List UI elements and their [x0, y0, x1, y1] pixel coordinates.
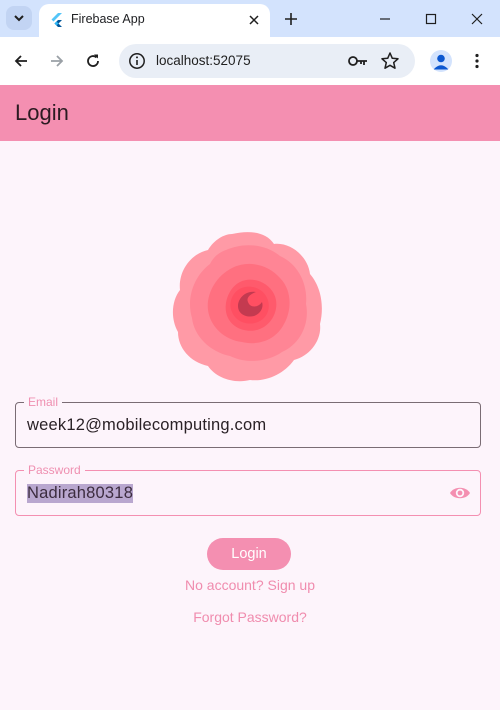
forgot-password-link[interactable]: Forgot Password?	[0, 609, 500, 625]
close-icon	[471, 13, 483, 24]
person-icon	[433, 54, 449, 70]
tab-strip: Firebase App	[0, 0, 500, 37]
close-window-button[interactable]	[454, 0, 500, 37]
tab-title: Firebase App	[71, 12, 145, 26]
maximize-button[interactable]	[408, 0, 454, 37]
back-arrow-icon	[14, 55, 27, 67]
browser-menu-button[interactable]	[465, 49, 489, 73]
password-field[interactable]: Password Nadirah80318	[15, 463, 481, 516]
browser-tab[interactable]: Firebase App	[39, 4, 270, 37]
minimize-icon	[380, 17, 390, 20]
tab-search-button[interactable]	[6, 6, 32, 30]
minimize-button[interactable]	[362, 0, 408, 37]
address-bar[interactable]: localhost:52075	[119, 44, 415, 78]
reload-button[interactable]	[81, 49, 105, 73]
info-icon[interactable]	[128, 52, 146, 70]
key-icon[interactable]	[347, 52, 369, 70]
page-title: Login	[15, 100, 69, 125]
chevron-down-icon	[14, 15, 24, 22]
more-vert-icon	[475, 53, 479, 69]
email-field[interactable]: Email week12@mobilecomputing.com	[15, 395, 481, 448]
forward-arrow-icon	[51, 55, 64, 67]
url-text[interactable]: localhost:52075	[156, 53, 251, 68]
browser-toolbar: localhost:52075	[0, 37, 500, 85]
flutter-icon	[51, 13, 62, 27]
eye-icon[interactable]	[449, 484, 471, 502]
close-icon	[249, 15, 259, 25]
plus-icon	[285, 13, 297, 25]
login-button[interactable]: Login	[207, 538, 291, 570]
app-bar: Login	[0, 85, 500, 141]
new-tab-button[interactable]	[280, 8, 302, 30]
reload-icon	[87, 54, 99, 67]
profile-button[interactable]	[430, 50, 452, 72]
maximize-icon	[425, 13, 437, 24]
email-input[interactable]: week12@mobilecomputing.com	[27, 416, 266, 435]
forward-button[interactable]	[45, 49, 69, 73]
signup-link[interactable]: No account? Sign up	[0, 577, 500, 593]
tab-close-button[interactable]	[246, 12, 262, 28]
rose-logo	[172, 232, 322, 382]
back-button[interactable]	[9, 49, 33, 73]
password-label: Password	[24, 463, 85, 477]
star-icon[interactable]	[380, 51, 400, 71]
password-input[interactable]: Nadirah80318	[27, 484, 134, 503]
email-label: Email	[24, 395, 63, 409]
